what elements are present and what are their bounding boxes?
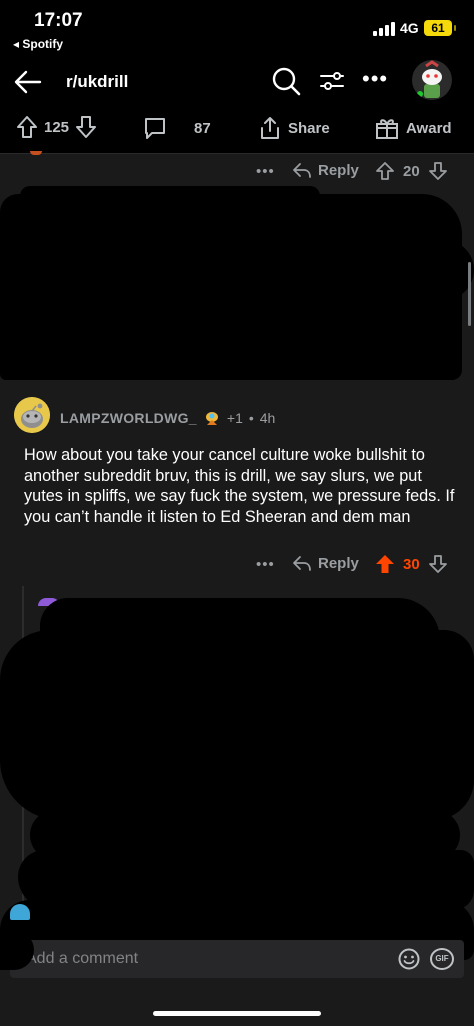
redacted-scribble xyxy=(0,240,474,300)
reply-button[interactable]: Reply xyxy=(292,161,359,179)
comment-vote-group: 20 xyxy=(375,161,448,181)
comment-more-icon[interactable]: ••• xyxy=(256,556,275,573)
comment-age: 4h xyxy=(259,410,276,426)
home-indicator[interactable] xyxy=(153,1011,321,1016)
award-label: Award xyxy=(406,119,452,137)
downvote-icon[interactable] xyxy=(428,554,448,574)
status-bar: 17:07 ◂ Spotify 4G 61 xyxy=(0,0,474,60)
share-label: Share xyxy=(288,119,330,137)
sort-filter-icon[interactable] xyxy=(318,67,346,95)
snoo-avatar-icon xyxy=(10,904,30,920)
commenter-avatar[interactable] xyxy=(14,397,50,433)
gif-button[interactable]: GIF xyxy=(430,948,454,970)
signal-icon xyxy=(373,22,395,36)
add-comment-placeholder: Add a comment xyxy=(26,950,139,967)
comment-vote-group: 30 xyxy=(375,554,448,574)
downvote-icon[interactable] xyxy=(428,161,448,181)
upvote-icon[interactable] xyxy=(16,115,38,139)
upvote-active-icon[interactable] xyxy=(375,554,395,574)
add-comment-field[interactable]: Add a comment GIF xyxy=(10,940,464,978)
redacted-scribble xyxy=(20,186,320,206)
upvote-icon[interactable] xyxy=(375,161,395,181)
back-to-spotify-link[interactable]: ◂ Spotify xyxy=(13,37,63,51)
back-arrow-icon[interactable] xyxy=(12,66,44,98)
search-icon[interactable] xyxy=(270,65,302,97)
award-button[interactable]: Award xyxy=(374,115,452,141)
share-button[interactable]: Share xyxy=(258,115,330,141)
post-action-bar: 125 87 Share Award xyxy=(0,104,474,154)
network-type: 4G xyxy=(400,20,419,36)
emoji-icon[interactable] xyxy=(398,948,420,970)
battery-icon: 61 xyxy=(424,20,456,36)
post-vote-count: 125 xyxy=(44,118,70,136)
snoo-avatar-icon xyxy=(412,60,452,100)
avatar-remnant xyxy=(30,151,42,155)
comment-vote-count: 30 xyxy=(403,555,420,573)
scroll-indicator[interactable] xyxy=(468,262,471,326)
more-options-icon[interactable]: ••• xyxy=(362,66,388,92)
comments-button[interactable]: 87 xyxy=(142,115,211,141)
comment-bubble-icon xyxy=(145,118,165,139)
reply-label: Reply xyxy=(318,554,359,572)
post-vote-group: 125 xyxy=(16,115,97,139)
comment-action-bar: ••• Reply 30 xyxy=(0,554,474,582)
user-avatar[interactable] xyxy=(412,60,452,100)
award-gift-icon xyxy=(376,119,398,139)
status-time: 17:07 xyxy=(34,10,83,31)
reply-arrow-icon xyxy=(293,163,311,178)
downvote-icon[interactable] xyxy=(75,115,97,139)
comment-action-bar: ••• Reply 20 xyxy=(0,161,474,189)
comment-body: How about you take your cancel culture w… xyxy=(24,446,455,526)
redacted-comment xyxy=(0,630,474,820)
snoo-avatar-icon xyxy=(14,397,50,433)
comment-karma: +1 xyxy=(226,410,243,426)
reply-button[interactable]: Reply xyxy=(292,554,359,572)
award-badge-icon xyxy=(205,412,218,425)
share-icon xyxy=(261,117,279,139)
subreddit-title[interactable]: r/ukdrill xyxy=(66,72,128,92)
comment-username[interactable]: LAMPZWORLDWG_ xyxy=(60,410,197,426)
comment-more-icon[interactable]: ••• xyxy=(256,163,275,180)
meta-separator: • xyxy=(248,410,254,426)
comment-meta: LAMPZWORLDWG_ +1 • 4h xyxy=(60,409,275,427)
comment-count: 87 xyxy=(194,119,211,137)
nav-bar: r/ukdrill ••• xyxy=(0,60,474,104)
reply-arrow-icon xyxy=(293,556,311,571)
reply-label: Reply xyxy=(318,161,359,179)
comment-vote-count: 20 xyxy=(403,162,420,180)
